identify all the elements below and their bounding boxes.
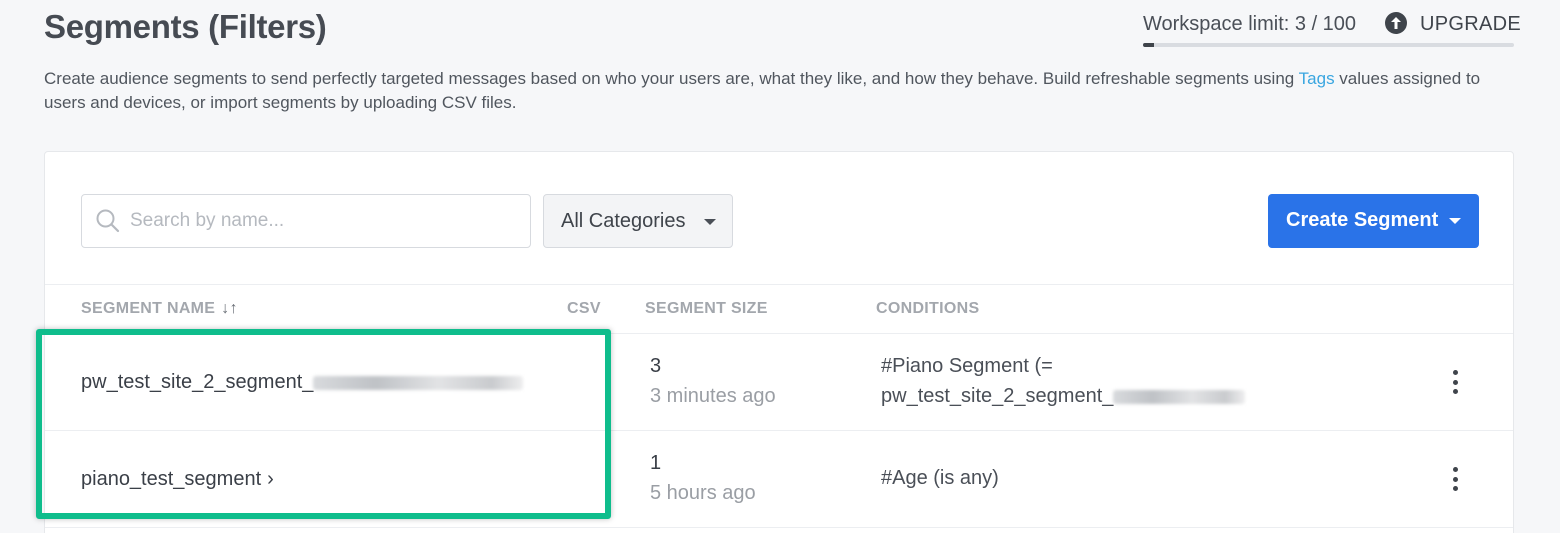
divider xyxy=(45,333,1513,334)
segment-size: 3 xyxy=(650,355,662,377)
arrow-up-circle-icon[interactable] xyxy=(1385,12,1407,34)
segment-name-link[interactable]: piano_test_segment › xyxy=(81,468,274,491)
redacted-text xyxy=(313,375,524,390)
chevron-right-icon: › xyxy=(267,468,274,490)
workspace-limit-bar xyxy=(1143,43,1514,47)
upgrade-link[interactable]: UPGRADE xyxy=(1420,13,1521,36)
create-segment-label: Create Segment xyxy=(1286,209,1439,231)
condition-line: #Age (is any) xyxy=(881,467,999,489)
workspace-limit-fill xyxy=(1143,43,1155,47)
caret-down-icon xyxy=(1449,218,1461,224)
sort-icon[interactable]: ↓↑ xyxy=(221,300,238,318)
category-dropdown[interactable]: All Categories xyxy=(543,194,733,248)
segment-name: pw_test_site_2_segment_ xyxy=(81,371,314,393)
column-header-name-label: SEGMENT NAME xyxy=(81,300,216,317)
segment-updated: 3 minutes ago xyxy=(650,385,776,407)
segment-conditions: #Piano Segment (= pw_test_site_2_segment… xyxy=(881,351,1246,411)
caret-down-icon xyxy=(704,219,716,225)
column-header-csv: CSV xyxy=(567,300,601,317)
condition-line-2: pw_test_site_2_segment_ xyxy=(881,381,1246,411)
search-icon xyxy=(95,208,121,239)
search-box[interactable] xyxy=(81,194,531,248)
page-title: Segments (Filters) xyxy=(44,8,327,45)
redacted-text xyxy=(1113,389,1246,404)
description-text: Create audience segments to send perfect… xyxy=(44,69,1299,88)
segment-updated: 5 hours ago xyxy=(650,482,756,504)
segments-card: All Categories Create Segment SEGMENT NA… xyxy=(44,151,1514,533)
more-options-icon[interactable] xyxy=(1445,368,1465,396)
condition-line-text: pw_test_site_2_segment_ xyxy=(881,385,1114,407)
search-input[interactable] xyxy=(130,205,520,237)
segment-conditions: #Age (is any) xyxy=(881,463,999,493)
divider xyxy=(45,284,1513,285)
segment-name-link[interactable]: pw_test_site_2_segment_ xyxy=(81,371,524,394)
column-header-conditions: CONDITIONS xyxy=(876,300,980,317)
column-header-size: SEGMENT SIZE xyxy=(645,300,768,317)
divider xyxy=(45,430,1513,431)
more-options-icon[interactable] xyxy=(1445,465,1465,493)
category-label: All Categories xyxy=(561,210,686,232)
tags-link[interactable]: Tags xyxy=(1299,69,1335,88)
workspace-limit-text: Workspace limit: 3 / 100 xyxy=(1143,13,1357,35)
create-segment-button[interactable]: Create Segment xyxy=(1268,194,1479,248)
condition-line: #Piano Segment (= xyxy=(881,355,1053,377)
divider xyxy=(45,527,1513,528)
column-header-name[interactable]: SEGMENT NAME ↓↑ xyxy=(81,300,238,318)
page-description: Create audience segments to send perfect… xyxy=(44,67,1484,115)
segment-name: piano_test_segment xyxy=(81,468,262,490)
segment-size: 1 xyxy=(650,452,662,474)
workspace-limit: Workspace limit: 3 / 100 UPGRADE xyxy=(1143,10,1521,50)
